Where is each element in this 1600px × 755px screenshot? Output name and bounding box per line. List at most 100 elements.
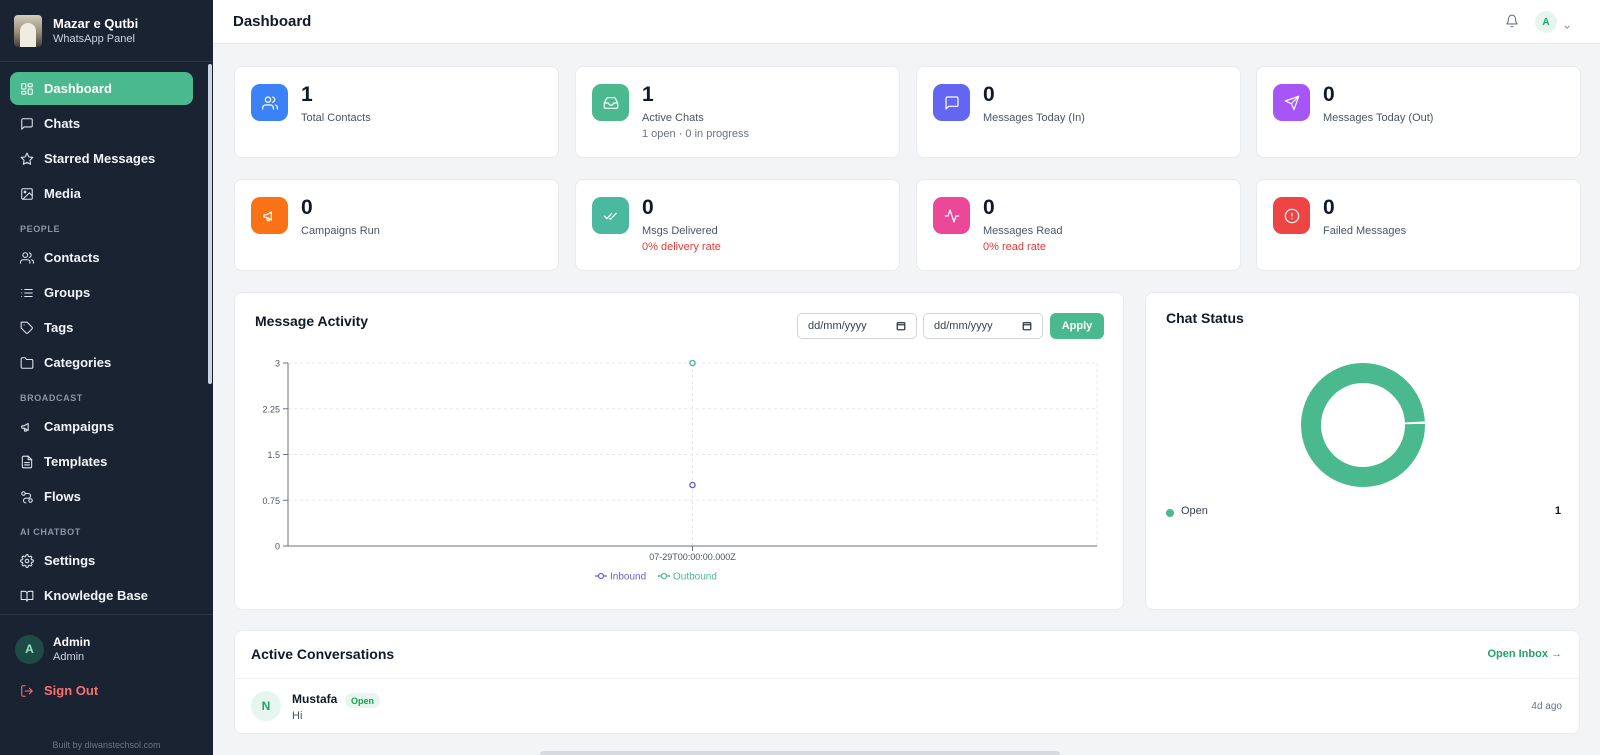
account-menu-toggle[interactable] xyxy=(1563,18,1571,30)
stat-label: Total Contacts xyxy=(301,112,371,124)
sidebar-item-templates[interactable]: Templates xyxy=(10,445,193,478)
donut-slice-open xyxy=(1301,363,1425,487)
conversations-header: Active Conversations Open Inbox → xyxy=(235,631,1579,679)
bell-icon xyxy=(1506,14,1518,28)
stat-subtext: 0% delivery rate xyxy=(642,241,721,253)
stat-card-active-chats: 1 Active Chats 1 open · 0 in progress xyxy=(575,66,900,158)
user-block: A Admin Admin Sign Out xyxy=(0,614,213,698)
sign-out-label: Sign Out xyxy=(44,683,99,698)
book-icon xyxy=(20,590,34,602)
sidebar-item-label: Chats xyxy=(44,116,81,131)
user-role: Admin xyxy=(53,650,85,663)
y-tick-label: 1.5 xyxy=(267,450,280,460)
y-tick-label: 3 xyxy=(275,359,280,369)
sidebar-item-label: Flows xyxy=(44,489,81,504)
stat-card-messages-read: 0 Messages Read 0% read rate xyxy=(916,179,1241,271)
nav-section-people: PEOPLE xyxy=(20,224,61,234)
stat-icon-tile xyxy=(251,84,288,121)
sidebar-item-settings[interactable]: Settings xyxy=(10,544,193,577)
stat-label: Active Chats xyxy=(642,112,704,124)
sidebar-item-chats[interactable]: Chats xyxy=(10,107,193,140)
flow-icon xyxy=(21,490,33,503)
active-conversations-card: Active Conversations Open Inbox → N Must… xyxy=(234,630,1580,734)
legend-marker-inbound xyxy=(597,572,605,580)
stat-subtext: 0% read rate xyxy=(983,241,1046,253)
conversation-name: Mustafa xyxy=(292,692,338,706)
sidebar-scrollbar[interactable] xyxy=(208,64,212,384)
stat-label: Failed Messages xyxy=(1323,225,1407,237)
sidebar-item-label: Categories xyxy=(44,355,112,370)
chat-status-donut xyxy=(1301,363,1425,487)
sidebar-item-tags[interactable]: Tags xyxy=(10,311,193,344)
image-icon xyxy=(21,187,33,200)
stat-card-messages-today-in: 0 Messages Today (In) xyxy=(916,66,1241,158)
star-icon xyxy=(20,152,34,165)
legend-marker-outbound xyxy=(660,572,668,580)
data-point-outbound xyxy=(689,359,696,367)
stat-icon-tile xyxy=(592,197,629,234)
brand-logo xyxy=(14,14,42,47)
header-avatar[interactable]: A xyxy=(1535,11,1557,33)
stat-card-msgs-delivered: 0 Msgs Delivered 0% delivery rate xyxy=(575,179,900,271)
stat-value: 0 xyxy=(301,196,313,219)
nav-section-ai-chatbot: AI CHATBOT xyxy=(20,527,81,537)
user-name: Admin xyxy=(53,634,91,649)
stat-card-total-contacts: 1 Total Contacts xyxy=(234,66,559,158)
nav-section-broadcast: BROADCAST xyxy=(20,393,83,403)
stat-icon-tile xyxy=(1273,84,1310,121)
stat-card-messages-today-out: 0 Messages Today (Out) xyxy=(1256,66,1581,158)
y-tick-label: 0.75 xyxy=(262,496,280,506)
brand: Mazar e Qutbi WhatsApp Panel xyxy=(0,0,213,62)
stat-label: Campaigns Run xyxy=(301,225,380,237)
bottom-scroll-shadow xyxy=(540,751,1060,755)
sidebar-item-label: Dashboard xyxy=(44,81,112,96)
open-inbox-link[interactable]: Open Inbox → xyxy=(1487,648,1562,660)
document-icon xyxy=(21,455,33,468)
conversation-time: 4d ago xyxy=(1531,701,1562,712)
avatar: N xyxy=(251,691,281,721)
chat-status-card: Chat Status Open 1 xyxy=(1145,292,1580,610)
stat-value: 0 xyxy=(1323,196,1335,219)
legend-label-open: Open xyxy=(1181,505,1208,517)
data-point-inbound xyxy=(689,481,696,489)
sidebar-item-groups[interactable]: Groups xyxy=(10,276,193,309)
sidebar-item-label: Groups xyxy=(44,285,91,300)
stat-label: Msgs Delivered xyxy=(642,225,718,237)
megaphone-icon xyxy=(21,422,29,432)
sidebar-item-categories[interactable]: Categories xyxy=(10,346,193,379)
list-icon xyxy=(21,288,33,297)
legend-label-outbound: Outbound xyxy=(673,572,717,583)
users-icon xyxy=(261,95,278,110)
stat-value: 1 xyxy=(642,83,654,106)
sidebar-nav: Dashboard Chats Starred Messages Media P… xyxy=(0,66,207,614)
sidebar-item-knowledge-base[interactable]: Knowledge Base xyxy=(10,579,193,612)
sidebar-item-flows[interactable]: Flows xyxy=(10,480,193,513)
stat-card-campaigns-run: 0 Campaigns Run xyxy=(234,179,559,271)
brand-subtitle: WhatsApp Panel xyxy=(53,32,135,45)
built-by-credit: Built by diwanstechsol.com xyxy=(52,740,161,750)
sidebar-item-starred-messages[interactable]: Starred Messages xyxy=(10,142,193,175)
notifications-button[interactable] xyxy=(1505,14,1519,28)
message-activity-card: Message Activity dd/mm/yyyy dd/mm/yyyy A… xyxy=(234,292,1124,610)
stat-icon-tile xyxy=(933,197,970,234)
sidebar-item-label: Media xyxy=(44,186,81,201)
sidebar-item-label: Tags xyxy=(44,320,74,335)
stat-icon-tile xyxy=(592,84,629,121)
sidebar-item-campaigns[interactable]: Campaigns xyxy=(10,410,193,443)
legend-label-inbound: Inbound xyxy=(610,572,646,583)
stat-label: Messages Today (Out) xyxy=(1323,112,1434,124)
sign-out-button[interactable]: Sign Out xyxy=(20,683,213,698)
sidebar-item-media[interactable]: Media xyxy=(10,177,193,210)
brand-name: Mazar e Qutbi xyxy=(53,15,139,31)
sidebar-item-contacts[interactable]: Contacts xyxy=(10,241,193,274)
users-icon xyxy=(20,251,34,264)
sidebar-item-dashboard[interactable]: Dashboard xyxy=(10,72,193,105)
chat-status-title: Chat Status xyxy=(1166,310,1244,326)
stat-label: Messages Today (In) xyxy=(983,112,1085,124)
chevron-down-icon xyxy=(1564,25,1570,30)
dashboard-icon xyxy=(21,82,33,95)
activity-icon xyxy=(944,208,959,223)
avatar: A xyxy=(15,634,44,664)
stat-label: Messages Read xyxy=(983,225,1063,237)
sidebar-item-label: Knowledge Base xyxy=(44,588,149,603)
